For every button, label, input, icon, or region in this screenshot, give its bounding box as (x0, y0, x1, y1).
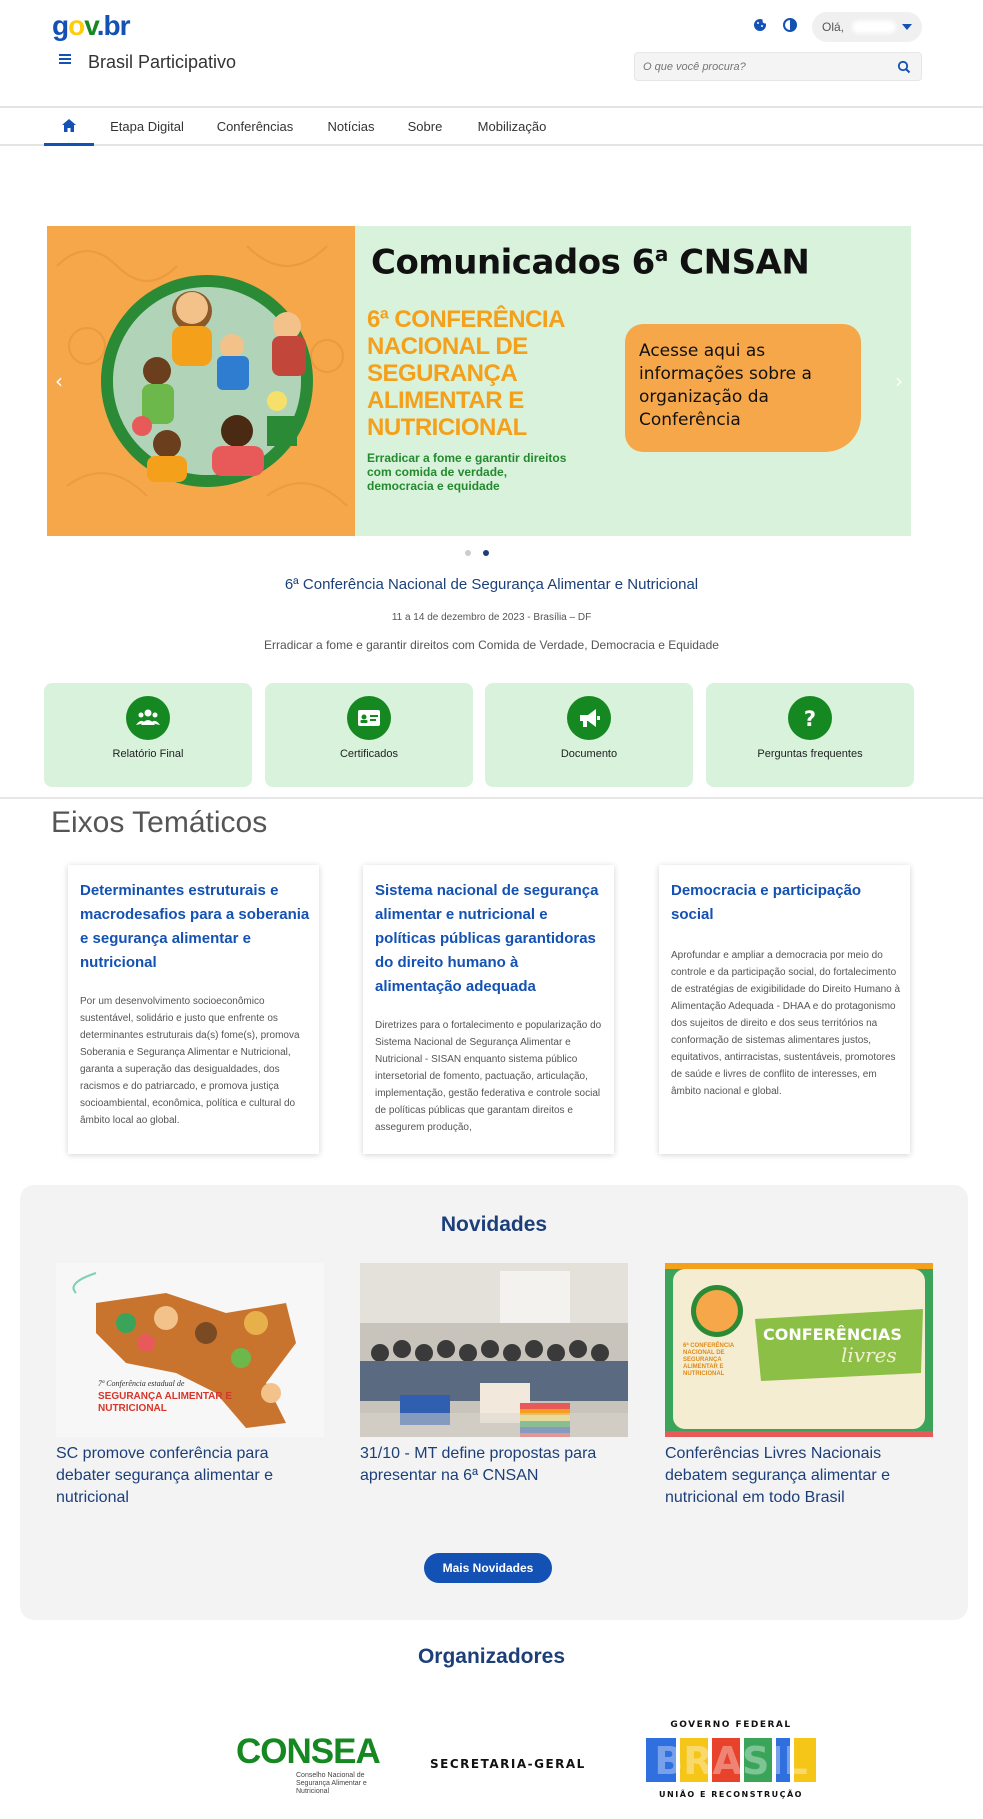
conference-title: 6ª Conferência Nacional de Segurança Ali… (367, 306, 565, 441)
logo-letter: v (84, 10, 97, 41)
eixo-card-title[interactable]: Sistema nacional de segurança alimentar … (375, 879, 607, 999)
news-card-title[interactable]: 31/10 - MT define propostas para apresen… (360, 1443, 628, 1487)
svg-text:?: ? (804, 707, 816, 730)
question-icon: ? (788, 696, 832, 740)
quick-link-label: Perguntas frequentes (757, 748, 863, 760)
news-image-small-text: 6ª CONFERÊNCIA NACIONAL DE SEGURANÇA ALI… (683, 1343, 735, 1377)
quick-link-label: Certificados (339, 748, 399, 760)
eixo-card-text: Diretrizes para o fortalecimento e popul… (375, 1020, 602, 1133)
logo-letter: o (68, 10, 85, 41)
nav-item-etapa-digital[interactable]: Etapa Digital (104, 108, 190, 146)
consea-logo-subtitle: Conselho Nacional de Segurança Alimentar… (296, 1772, 367, 1795)
quick-link-label: Relatório Final (112, 748, 184, 760)
news-section: Novidades 7ª Conferência estadual de SEG… (20, 1185, 968, 1620)
eixo-card-title[interactable]: Democracia e participação social (671, 879, 903, 927)
cookie-icon[interactable] (752, 17, 770, 35)
news-image-caption: SEGURANÇA ALIMENTAR E NUTRICIONAL (98, 1391, 233, 1414)
news-card-title[interactable]: SC promove conferência para debater segu… (56, 1443, 324, 1509)
govbr-logo[interactable]: gov.br (52, 10, 131, 42)
nav-item-mobilizacao[interactable]: Mobilização (468, 108, 556, 146)
eixo-card-3[interactable]: Democracia e participação social Aprofun… (659, 865, 910, 1154)
carousel-prev-button[interactable]: ‹ (47, 363, 71, 399)
slide-content: Comunicados 6a CNSAN 6ª Conferência Naci… (355, 226, 911, 536)
nav-item-noticias[interactable]: Notícias (318, 108, 384, 146)
logo-letter: r (119, 10, 131, 41)
gov-logo-top: GOVERNO FEDERAL (670, 1720, 792, 1730)
carousel-dot-1[interactable] (465, 550, 471, 556)
eixo-card-text: Por um desenvolvimento socioeconômico su… (80, 996, 300, 1126)
eixo-card-2[interactable]: Sistema nacional de segurança alimentar … (363, 865, 614, 1154)
quick-link-perguntas-frequentes[interactable]: ? Perguntas frequentes (706, 683, 914, 787)
event-title: 6ª Conferência Nacional de Segurança Ali… (284, 576, 699, 593)
quick-link-relatorio-final[interactable]: Relatório Final (44, 683, 252, 787)
search-bar (634, 52, 922, 81)
news-image-caption: 7ª Conferência estadual de (98, 1379, 185, 1388)
eixo-card-text: Aprofundar e ampliar a democracia por me… (671, 950, 901, 1097)
carousel-indicators (465, 550, 505, 558)
news-image-badge: livres (841, 1343, 897, 1367)
news-image-badge: CONFERÊNCIAS (763, 1325, 902, 1344)
quick-link-label: Documento (560, 748, 618, 760)
news-title: Novidades (440, 1213, 548, 1236)
section-divider (0, 797, 983, 799)
main-nav: Etapa Digital Conferências Notícias Sobr… (0, 106, 983, 146)
news-image-sc[interactable]: 7ª Conferência estadual de SEGURANÇA ALI… (56, 1263, 324, 1437)
carousel-next-button[interactable]: › (887, 363, 911, 399)
organizers-title: Organizadores (417, 1645, 566, 1668)
eixo-card-1[interactable]: Determinantes estruturais e macrodesafio… (68, 865, 319, 1154)
slide-illustration (47, 226, 355, 536)
news-card-title[interactable]: Conferências Livres Nacionais debatem se… (665, 1443, 933, 1509)
users-icon (126, 696, 170, 740)
event-date: 11 a 14 de dezembro de 2023 - Brasília –… (391, 612, 592, 623)
site-header: gov.br Brasil Participativo Olá, (0, 0, 983, 106)
consea-logo[interactable]: CONSEA Conselho Nacional de Segurança Al… (236, 1732, 396, 1798)
event-motto: Erradicar a fome e garantir direitos com… (264, 638, 719, 652)
news-image-conferencias-livres[interactable]: CONFERÊNCIAS livres 6ª CONFERÊNCIA NACIO… (665, 1263, 933, 1437)
logo-letter: b (103, 10, 121, 41)
user-name-redacted (852, 21, 896, 33)
consea-logo-text: CONSEA (236, 1732, 381, 1771)
slide-title: Comunicados 6a CNSAN (371, 242, 810, 283)
eixos-title: Eixos Temáticos (51, 806, 268, 839)
more-news-button[interactable]: Mais Novidades (424, 1553, 552, 1583)
brasil-wordmark-text: BRASIL (654, 1739, 807, 1783)
hero-carousel: Comunicados 6a CNSAN 6ª Conferência Naci… (47, 226, 911, 536)
brasil-wordmark: BRASIL (646, 1738, 816, 1783)
user-menu[interactable]: Olá, (812, 12, 922, 42)
governo-federal-logo[interactable]: GOVERNO FEDERAL BRASIL UNIÃO E RECONSTRU… (644, 1720, 818, 1802)
secretaria-geral-logo[interactable]: SECRETARIA-GERAL (430, 1757, 586, 1771)
chevron-down-icon (902, 24, 912, 30)
gov-logo-bottom: UNIÃO E RECONSTRUÇÃO (659, 1790, 803, 1799)
nav-item-sobre[interactable]: Sobre (396, 108, 454, 146)
nav-item-conferencias[interactable]: Conferências (208, 108, 302, 146)
carousel-dot-2[interactable] (483, 550, 489, 556)
nav-home[interactable] (44, 108, 94, 146)
conference-subtitle: Erradicar a fome e garantir direitos com… (367, 451, 567, 493)
search-icon[interactable] (897, 59, 913, 75)
slide-cta-text: Acesse aqui as informações sobre a organ… (639, 341, 812, 430)
quick-link-certificados[interactable]: Certificados (265, 683, 473, 787)
search-input[interactable] (643, 57, 883, 77)
slide-cta[interactable]: Acesse aqui as informações sobre a organ… (625, 324, 861, 452)
news-image-mt[interactable] (360, 1263, 628, 1437)
logo-letter: g (52, 10, 69, 41)
logo-letter: . (96, 10, 105, 41)
contrast-icon[interactable] (782, 17, 800, 35)
quick-link-documento[interactable]: Documento (485, 683, 693, 787)
user-greeting: Olá, (822, 20, 845, 34)
eixo-card-title[interactable]: Determinantes estruturais e macrodesafio… (80, 879, 312, 975)
site-title[interactable]: Brasil Participativo (88, 52, 236, 73)
id-card-icon (347, 696, 391, 740)
hamburger-menu-icon[interactable] (56, 52, 74, 70)
megaphone-icon (567, 696, 611, 740)
home-icon (62, 119, 76, 132)
